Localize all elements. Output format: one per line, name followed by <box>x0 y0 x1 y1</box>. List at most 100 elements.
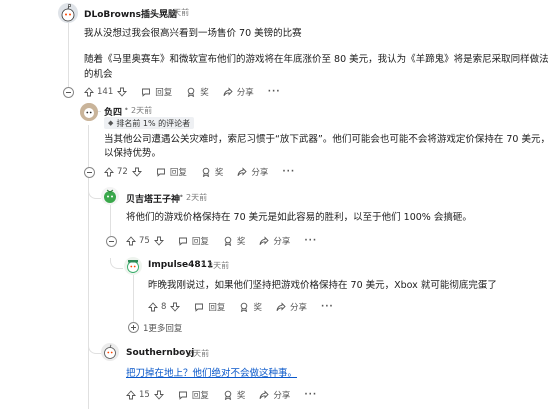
vote-group: 72 <box>104 167 142 177</box>
avatar[interactable] <box>58 3 78 23</box>
downvote-icon[interactable] <box>131 167 142 177</box>
comment-actions: 141 回复 奖 分享 ··· <box>84 84 294 100</box>
upvote-icon[interactable] <box>84 87 94 97</box>
comment-text: 当其他公司遭遇公关灾难时，索尼习惯于“放下武器”。他们可能会也可能不会将游戏定价… <box>104 134 550 145</box>
share-button[interactable]: 分享 <box>259 389 290 401</box>
vote-count: 15 <box>139 390 150 400</box>
comment-text: 将他们的游戏价格保持在 70 美元是如此容易的胜利，以至于他们 100% 会搞砸… <box>126 212 472 223</box>
more-options-button[interactable]: ··· <box>304 390 317 400</box>
award-icon <box>224 236 232 246</box>
comment-actions: 15 回复 奖 分享 ··· <box>126 387 331 403</box>
share-icon <box>223 87 233 97</box>
award-icon <box>202 167 210 177</box>
more-dots-icon: ··· <box>304 390 318 400</box>
thread-line <box>68 22 69 90</box>
separator: • <box>179 192 184 201</box>
share-icon <box>259 236 269 246</box>
collapse-thread-button[interactable] <box>106 236 117 247</box>
share-button[interactable]: 分享 <box>223 86 254 98</box>
downvote-icon[interactable] <box>153 390 164 400</box>
timestamp[interactable]: 3天前 <box>168 7 189 18</box>
award-button[interactable]: 奖 <box>223 389 245 401</box>
vote-count: 8 <box>161 302 167 312</box>
snoo-icon <box>127 260 139 273</box>
timestamp[interactable]: 2天前 <box>188 348 209 359</box>
vote-count: 75 <box>139 236 150 246</box>
comment-actions: 75 回复 奖 分享 ··· <box>126 233 331 249</box>
user-flair: ◆ 排名前 1% 的评论者 <box>104 117 195 129</box>
comment-text: 随着《马里奥赛车》和微软宣布他们的游戏将在年底涨价至 80 美元，我认为《羊蹄鬼… <box>84 54 549 65</box>
reply-button[interactable]: 回复 <box>141 86 172 98</box>
upvote-icon[interactable] <box>126 236 136 246</box>
comment-actions: 8 回复 奖 分享 ··· <box>148 299 348 315</box>
collapse-thread-button[interactable] <box>63 87 74 98</box>
award-button[interactable]: 奖 <box>201 166 223 178</box>
upvote-icon[interactable] <box>148 302 158 312</box>
timestamp[interactable]: 2天前 <box>186 192 207 203</box>
separator: • <box>201 260 206 269</box>
downvote-icon[interactable] <box>153 236 164 246</box>
comment-text: 以保持优势。 <box>104 148 162 159</box>
reply-button[interactable]: 回复 <box>178 235 209 247</box>
upvote-icon[interactable] <box>126 390 136 400</box>
more-options-button[interactable]: ··· <box>282 167 295 177</box>
downvote-icon[interactable] <box>117 87 128 97</box>
share-button[interactable]: 分享 <box>276 301 307 313</box>
thread-connector <box>88 343 101 354</box>
more-replies-link[interactable]: 1更多回复 <box>143 322 182 334</box>
share-icon <box>237 167 247 177</box>
timestamp[interactable]: 2天前 <box>131 105 152 116</box>
award-icon <box>241 302 248 312</box>
more-options-button[interactable]: ··· <box>268 87 281 97</box>
snoo-icon <box>104 189 116 203</box>
snoo-icon <box>61 3 75 22</box>
comment-text[interactable]: 把刀掉在地上？他们绝对不会做这种事。 <box>126 366 297 382</box>
comment-text: 昨晚我刚说过，如果他们坚持把游戏价格保持在 70 美元，Xbox 就可能彻底完蛋… <box>148 280 497 291</box>
separator: • <box>124 105 129 114</box>
vote-count: 141 <box>97 87 114 97</box>
avatar[interactable] <box>80 103 98 121</box>
reply-button[interactable]: 回复 <box>194 301 225 313</box>
comment-text: 的机会 <box>84 69 113 80</box>
downvote-icon[interactable] <box>170 302 181 312</box>
vote-group: 15 <box>126 390 164 400</box>
avatar[interactable] <box>101 187 119 205</box>
award-icon <box>188 87 195 97</box>
comment-actions: 72 回复 奖 分享 ··· <box>104 164 309 180</box>
thread-line <box>133 275 134 325</box>
share-button[interactable]: 分享 <box>259 235 290 247</box>
avatar[interactable] <box>124 257 142 275</box>
thread-connector <box>110 258 123 269</box>
avatar[interactable] <box>101 343 119 361</box>
comment-text: 我从没想过我会很高兴看到一场售价 70 美镑的比赛 <box>84 28 302 39</box>
comment-bubble-icon <box>156 168 165 177</box>
vote-group: 141 <box>84 87 128 97</box>
separator: • <box>181 348 186 357</box>
award-button[interactable]: 奖 <box>239 301 262 313</box>
collapse-thread-button[interactable] <box>84 167 95 178</box>
vote-group: 8 <box>148 302 181 312</box>
share-icon <box>259 390 269 400</box>
more-dots-icon: ··· <box>320 302 334 312</box>
more-options-button[interactable]: ··· <box>321 302 334 312</box>
comment-bubble-icon <box>195 303 204 312</box>
reply-button[interactable]: 回复 <box>156 166 187 178</box>
comment-bubble-icon <box>178 237 187 246</box>
vote-group: 75 <box>126 236 164 246</box>
more-dots-icon: ··· <box>267 87 281 97</box>
username[interactable]: 贝吉塔王子神 <box>126 192 180 205</box>
more-options-button[interactable]: ··· <box>304 236 317 246</box>
share-button[interactable]: 分享 <box>237 166 268 178</box>
reply-button[interactable]: 回复 <box>178 389 209 401</box>
expand-more-replies-button[interactable] <box>128 322 139 333</box>
award-icon <box>224 390 232 400</box>
comment-bubble-icon <box>142 88 151 97</box>
trophy-icon: ◆ <box>108 119 114 127</box>
award-button[interactable]: 奖 <box>186 86 209 98</box>
snoo-icon <box>80 103 98 121</box>
timestamp[interactable]: 2天前 <box>208 260 229 271</box>
award-button[interactable]: 奖 <box>223 235 245 247</box>
upvote-icon[interactable] <box>104 167 114 177</box>
vote-count: 72 <box>117 167 128 177</box>
comment-bubble-icon <box>178 391 187 400</box>
